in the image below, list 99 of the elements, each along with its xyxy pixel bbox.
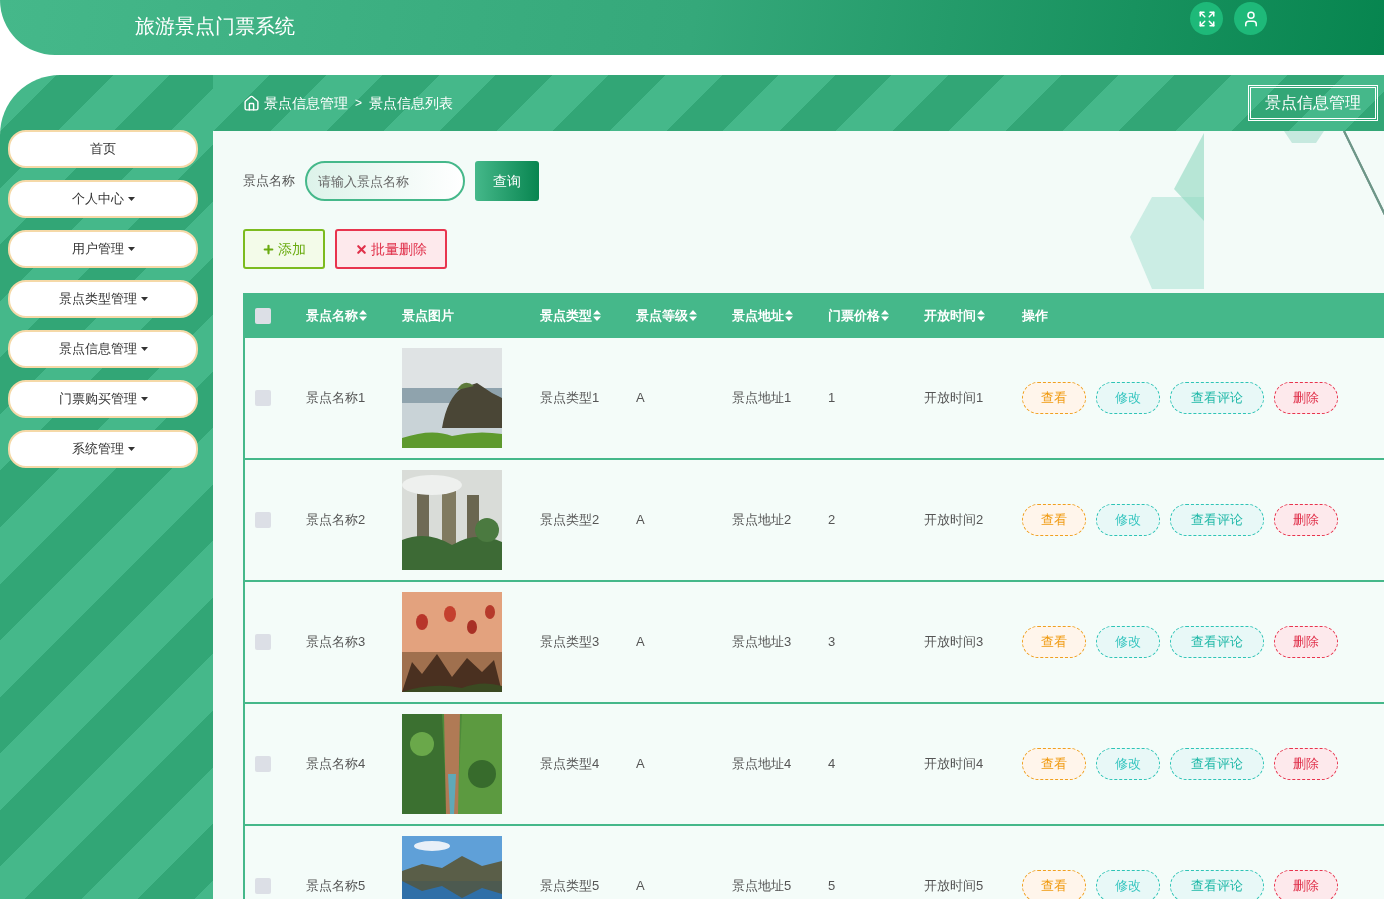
row-action-button[interactable]: 查看 [1022, 504, 1086, 536]
app-title: 旅游景点门票系统 [135, 14, 295, 39]
column-header: 景点图片 [402, 306, 455, 325]
column-header[interactable]: 景点地址 [732, 305, 828, 326]
fullscreen-button[interactable] [1190, 2, 1223, 35]
checkbox[interactable] [255, 634, 271, 650]
sidebar-item[interactable]: 景点类型管理 [8, 280, 198, 318]
sort-icon[interactable] [359, 310, 367, 321]
sidebar-item[interactable]: 个人中心 [8, 180, 198, 218]
table-cell-text: A [636, 511, 645, 530]
row-action-button[interactable]: 删除 [1274, 382, 1338, 414]
column-header[interactable]: 景点类型 [540, 305, 636, 326]
table-cell-text: 景点名称1 [306, 389, 366, 408]
table-cell-text: 景点类型2 [540, 511, 600, 530]
table-cell-text: 1 [828, 389, 836, 408]
table-cell-text: 4 [828, 755, 836, 774]
row-action-button[interactable]: 查看评论 [1170, 382, 1264, 414]
user-button[interactable] [1234, 2, 1267, 35]
row-action-button[interactable]: 查看 [1022, 870, 1086, 899]
row-action-button[interactable]: 查看评论 [1170, 748, 1264, 780]
checkbox[interactable] [255, 307, 271, 324]
table-cell-text: 5 [828, 877, 836, 896]
table-cell-text: 开放时间5 [924, 877, 984, 896]
table-cell-text: 开放时间1 [924, 389, 984, 408]
sidebar-item[interactable]: 系统管理 [8, 430, 198, 468]
caret-icon [127, 197, 135, 201]
sidebar-item[interactable]: 门票购买管理 [8, 380, 198, 418]
table-cell-text: 景点地址4 [732, 755, 792, 774]
sidebar-item[interactable]: 用户管理 [8, 230, 198, 268]
caret-icon [127, 447, 135, 451]
row-action-button[interactable]: 查看评论 [1170, 626, 1264, 658]
row-action-button[interactable]: 修改 [1096, 382, 1160, 414]
table-cell-text: A [636, 755, 645, 774]
table-cell-text: 景点类型4 [540, 755, 600, 774]
checkbox[interactable] [255, 390, 271, 406]
table-cell-text: 景点名称3 [306, 633, 366, 652]
search-field[interactable]: 请输入景点名称 [305, 161, 465, 201]
row-action-button[interactable]: 修改 [1096, 870, 1160, 899]
caret-icon [140, 397, 148, 401]
caret-icon [140, 347, 148, 351]
table-cell-text: A [636, 389, 645, 408]
row-action-button[interactable]: 删除 [1274, 870, 1338, 899]
row-action-button[interactable]: 修改 [1096, 748, 1160, 780]
sort-icon[interactable] [593, 310, 601, 321]
row-action-button[interactable]: 删除 [1274, 504, 1338, 536]
breadcrumb-link[interactable]: 景点信息管理 [264, 92, 348, 114]
column-header[interactable]: 景点等级 [636, 305, 732, 326]
table-cell-text: 开放时间2 [924, 511, 984, 530]
action-button[interactable]: 批量删除 [335, 229, 447, 269]
table-cell-text: 景点名称4 [306, 755, 366, 774]
fullscreen-icon [1197, 9, 1216, 28]
column-header[interactable]: 门票价格 [828, 305, 924, 326]
cross-icon [355, 242, 368, 256]
sidebar-item[interactable]: 景点信息管理 [8, 330, 198, 368]
table-cell-text: A [636, 877, 645, 896]
row-action-button[interactable]: 查看 [1022, 748, 1086, 780]
row-action-button[interactable]: 查看 [1022, 626, 1086, 658]
sort-icon[interactable] [689, 310, 697, 321]
breadcrumb-separator: > [355, 95, 362, 112]
action-button[interactable]: 添加 [243, 229, 325, 269]
checkbox[interactable] [255, 756, 271, 772]
column-header: 操作 [1022, 306, 1049, 325]
caret-icon [127, 247, 135, 251]
table-cell-text: 景点地址2 [732, 511, 792, 530]
checkbox[interactable] [255, 512, 271, 528]
column-header[interactable]: 开放时间 [924, 305, 1022, 326]
sidebar-item[interactable]: 首页 [8, 130, 198, 168]
row-action-button[interactable]: 删除 [1274, 748, 1338, 780]
row-action-button[interactable]: 查看评论 [1170, 870, 1264, 899]
caret-icon [140, 297, 148, 301]
table-cell-text: 3 [828, 633, 836, 652]
row-action-button[interactable]: 修改 [1096, 626, 1160, 658]
row-action-button[interactable]: 删除 [1274, 626, 1338, 658]
row-action-button[interactable]: 查看评论 [1170, 504, 1264, 536]
table-cell-text: 开放时间4 [924, 755, 984, 774]
table-cell-text: 景点地址5 [732, 877, 792, 896]
table-cell-text: 景点类型5 [540, 877, 600, 896]
breadcrumb-current: 景点信息列表 [369, 93, 453, 113]
search-label: 景点名称 [243, 172, 295, 191]
table-cell-text: 2 [828, 511, 836, 530]
home-icon[interactable] [243, 94, 260, 112]
column-header[interactable]: 景点名称 [306, 305, 402, 326]
table-cell-text: 景点类型1 [540, 389, 600, 408]
page-title: 景点信息管理 [1248, 85, 1378, 121]
sort-icon[interactable] [881, 310, 889, 321]
table-cell-text: 景点地址1 [732, 389, 792, 408]
plus-icon [262, 242, 275, 256]
table-cell-text: A [636, 633, 645, 652]
table-cell-text: 景点类型3 [540, 633, 600, 652]
table-cell-text: 景点名称2 [306, 511, 366, 530]
table-cell-text: 景点名称5 [306, 877, 366, 896]
table-cell-text: 开放时间3 [924, 633, 984, 652]
row-action-button[interactable]: 修改 [1096, 504, 1160, 536]
search-button[interactable]: 查询 [475, 161, 539, 201]
checkbox[interactable] [255, 878, 271, 894]
row-action-button[interactable]: 查看 [1022, 382, 1086, 414]
sort-icon[interactable] [785, 310, 793, 321]
sort-icon[interactable] [977, 310, 985, 321]
table-cell-text: 景点地址3 [732, 633, 792, 652]
